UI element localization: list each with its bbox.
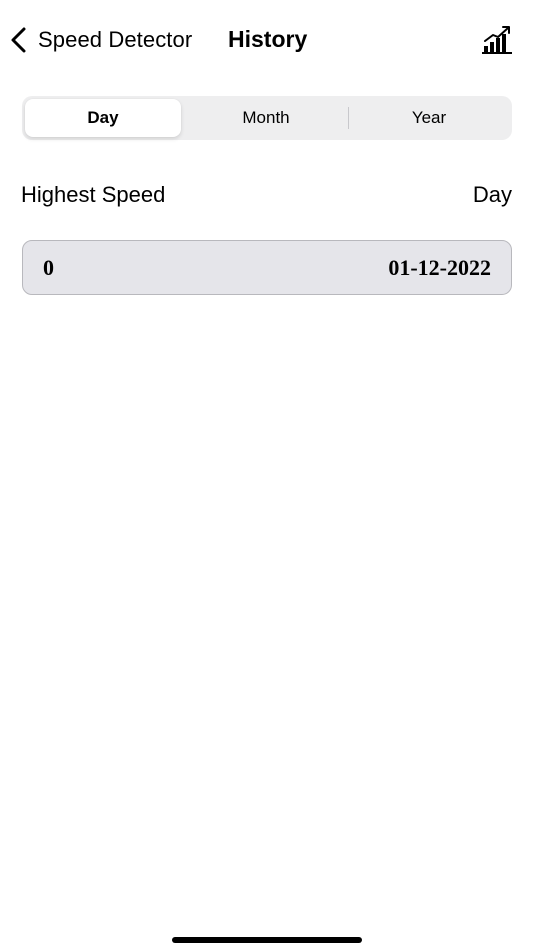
navigation-bar: Speed Detector History xyxy=(0,0,534,78)
stats-button[interactable] xyxy=(480,22,514,56)
back-button[interactable]: Speed Detector xyxy=(8,20,192,60)
segment-year[interactable]: Year xyxy=(349,99,509,137)
chevron-left-icon xyxy=(11,27,26,53)
history-row[interactable]: 0 01-12-2022 xyxy=(22,240,512,295)
list-header: Highest Speed Day xyxy=(0,180,534,214)
row-speed-value: 0 xyxy=(43,255,54,280)
period-segmented-control: Day Month Year xyxy=(22,96,512,140)
home-indicator[interactable] xyxy=(172,937,362,943)
row-date-value: 01-12-2022 xyxy=(388,255,491,280)
column-header-day: Day xyxy=(472,182,512,207)
bar-chart-trend-icon xyxy=(482,26,512,54)
back-button-label: Speed Detector xyxy=(38,27,193,52)
segment-month[interactable]: Month xyxy=(184,99,348,137)
segment-day[interactable]: Day xyxy=(25,99,181,137)
page-title: History xyxy=(228,26,308,52)
column-header-highest-speed: Highest Speed xyxy=(21,182,166,207)
